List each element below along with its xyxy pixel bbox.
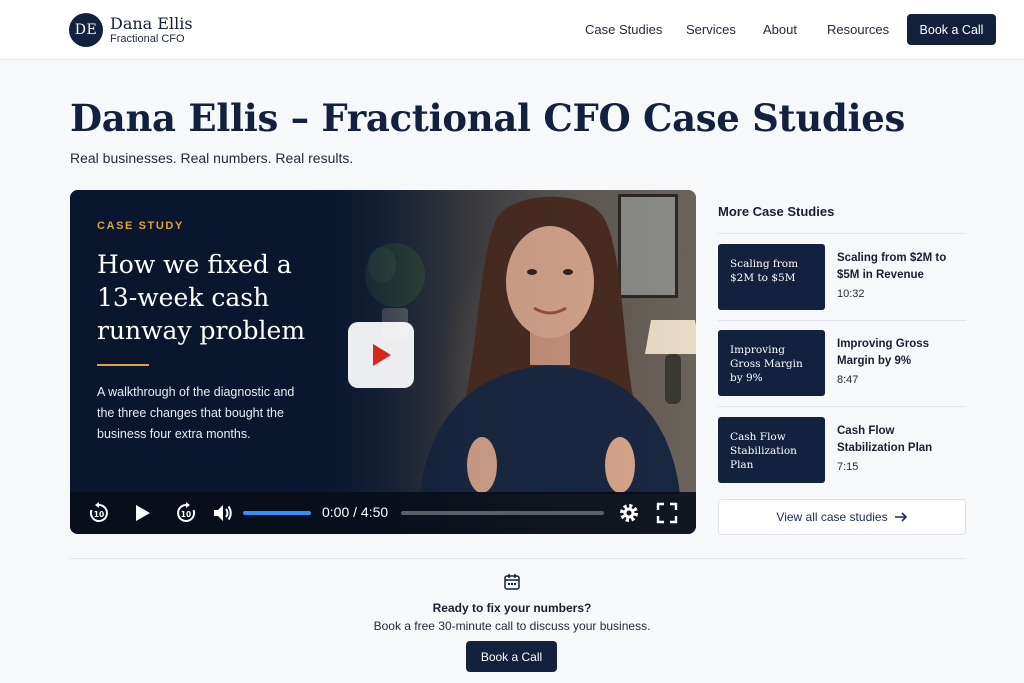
rewind-10-icon[interactable]: 10 (87, 501, 111, 525)
case-study-duration: 7:15 (837, 461, 859, 473)
volume-slider[interactable] (243, 511, 311, 515)
book-call-header-button[interactable]: Book a Call (907, 14, 996, 45)
settings-icon[interactable] (617, 501, 641, 525)
arrow-right-icon (894, 512, 907, 522)
page-subtitle: Real businesses. Real numbers. Real resu… (70, 150, 354, 166)
view-all-label: View all case studies (776, 510, 888, 524)
nav-resources[interactable]: Resources (827, 22, 889, 37)
progress-bar[interactable] (401, 511, 604, 515)
book-call-button[interactable]: Book a Call (466, 641, 557, 672)
case-study-duration: 10:32 (837, 288, 865, 300)
video-player[interactable]: CASE STUDY How we fixed a 13-week cash r… (70, 190, 696, 534)
divider (718, 320, 966, 321)
volume-icon[interactable] (211, 501, 235, 525)
divider (718, 233, 966, 234)
play-overlay-button[interactable] (348, 322, 414, 388)
logo-mark[interactable]: DE (69, 13, 103, 47)
calendar-icon (504, 574, 520, 590)
case-study-card[interactable]: Scaling from $2M to $5M Scaling from $2M… (718, 244, 966, 310)
case-study-duration: 8:47 (837, 374, 859, 386)
divider (718, 406, 966, 407)
case-study-title[interactable]: Cash Flow Stabilization Plan (837, 423, 965, 457)
nav-about[interactable]: About (763, 22, 797, 37)
divider (70, 558, 966, 559)
case-study-card[interactable]: Improving Gross Margin by 9% Improving G… (718, 330, 966, 396)
svg-text:10: 10 (181, 510, 191, 519)
case-study-thumbnail[interactable]: Cash Flow Stabilization Plan (718, 417, 825, 483)
case-study-thumbnail[interactable]: Scaling from $2M to $5M (718, 244, 825, 310)
thumbnail-text: Scaling from $2M to $5M (730, 258, 799, 284)
nav-services[interactable]: Services (686, 22, 736, 37)
title-divider (97, 364, 149, 366)
case-study-tag: CASE STUDY (97, 220, 184, 232)
fullscreen-icon[interactable] (655, 501, 679, 525)
svg-text:10: 10 (94, 510, 104, 519)
cta-heading: Ready to fix your numbers? (432, 601, 592, 615)
thumbnail-text: Cash Flow Stabilization Plan (730, 431, 797, 471)
play-icon (373, 344, 391, 366)
nav-case-studies[interactable]: Case Studies (585, 22, 662, 37)
play-icon[interactable] (130, 501, 154, 525)
video-description: A walkthrough of the diagnostic and the … (97, 385, 295, 441)
forward-10-icon[interactable]: 10 (174, 501, 198, 525)
video-controls: 10 10 0:00 / 4:50 (70, 492, 696, 534)
case-study-card[interactable]: Cash Flow Stabilization Plan Cash Flow S… (718, 417, 966, 483)
site-header: DE Dana Ellis Fractional CFO Case Studie… (0, 0, 1024, 60)
case-study-title[interactable]: Scaling from $2M to $5M in Revenue (837, 250, 965, 284)
view-all-case-studies-button[interactable]: View all case studies (718, 499, 966, 535)
logo-subtitle: Fractional CFO (110, 33, 185, 45)
time-display: 0:00 / 4:50 (322, 504, 389, 520)
more-case-studies-heading: More Case Studies (718, 204, 835, 219)
cta-text: Book a free 30-minute call to discuss yo… (373, 619, 651, 633)
case-study-thumbnail[interactable]: Improving Gross Margin by 9% (718, 330, 825, 396)
thumbnail-text: Improving Gross Margin by 9% (730, 344, 803, 384)
logo-name[interactable]: Dana Ellis (110, 14, 193, 33)
case-study-title[interactable]: Improving Gross Margin by 9% (837, 336, 965, 370)
video-title: How we fixed a 13-week cash runway probl… (97, 250, 306, 345)
page-title: Dana Ellis – Fractional CFO Case Studies (70, 96, 906, 140)
